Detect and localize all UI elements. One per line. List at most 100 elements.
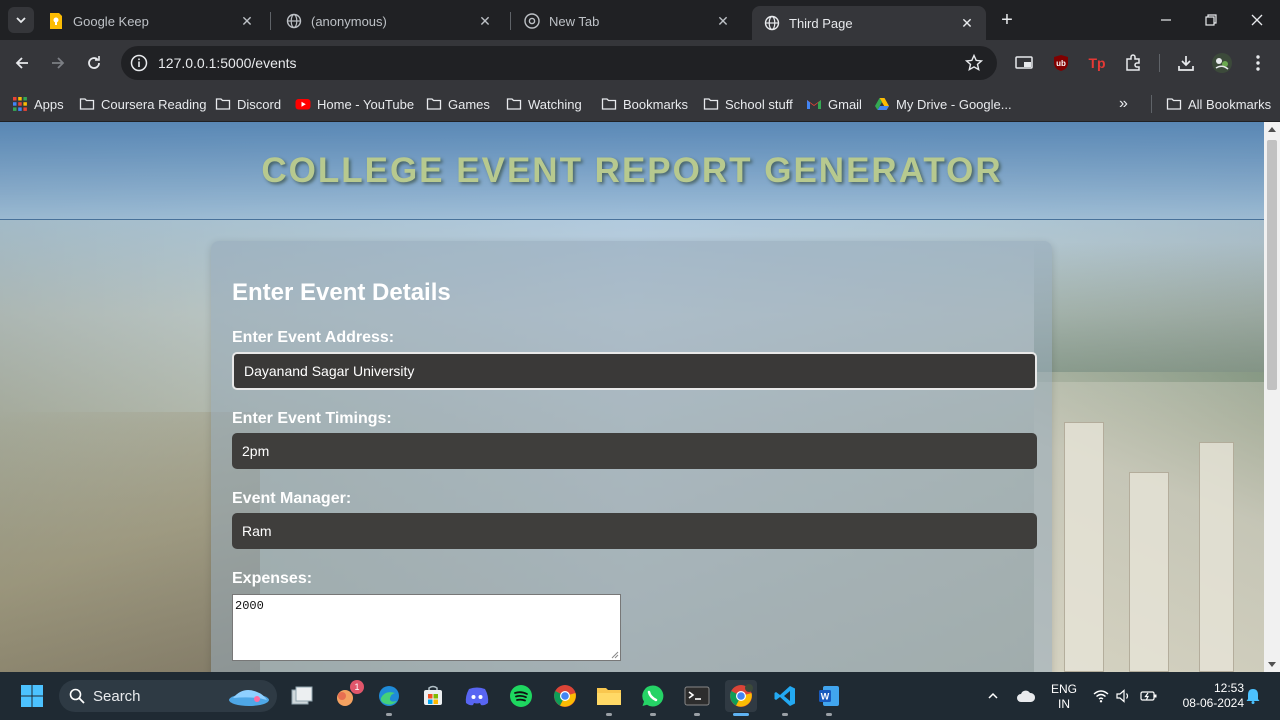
region-code: IN	[1058, 697, 1070, 711]
browser-menu-button[interactable]	[1247, 52, 1269, 74]
show-hidden-icons-button[interactable]	[978, 680, 1008, 712]
tab-divider	[510, 12, 511, 30]
store-icon	[424, 685, 442, 705]
tab-title: New Tab	[549, 13, 600, 29]
file-explorer-app[interactable]	[593, 680, 625, 716]
scrollbar-thumb[interactable]	[1267, 140, 1277, 390]
tab-google-keep[interactable]: Google Keep ✕	[36, 6, 266, 36]
youtube-icon	[295, 99, 311, 110]
task-view-icon	[291, 686, 313, 705]
all-bookmarks-button[interactable]: All Bookmarks	[1166, 94, 1271, 114]
discord-icon	[465, 687, 489, 706]
vscode-app[interactable]	[769, 680, 801, 716]
battery-status[interactable]	[1137, 680, 1161, 712]
bookmark-label: Gmail	[828, 96, 862, 112]
language-indicator[interactable]: ENG IN	[1046, 682, 1082, 712]
tab-new-tab[interactable]: New Tab ✕	[512, 6, 742, 36]
expenses-textarea[interactable]: 2000	[232, 594, 621, 661]
taskbar-search[interactable]: Search	[59, 680, 277, 712]
scroll-up-arrow-icon[interactable]	[1268, 127, 1276, 132]
svg-text:ub: ub	[1056, 59, 1066, 68]
close-tab-icon[interactable]: ✕	[476, 12, 494, 30]
bookmark-gmail[interactable]: Gmail	[806, 94, 862, 114]
bookmark-my-drive[interactable]: My Drive - Google...	[874, 94, 1012, 114]
cast-button[interactable]	[1013, 52, 1035, 74]
folder-icon	[601, 98, 617, 110]
bookmark-label: Discord	[237, 96, 282, 112]
running-indicator	[650, 713, 656, 716]
tab-search-button[interactable]	[8, 7, 34, 33]
widgets-button[interactable]: 1	[330, 680, 364, 712]
close-tab-icon[interactable]: ✕	[238, 12, 256, 30]
edge-app[interactable]	[373, 680, 405, 716]
scroll-down-arrow-icon[interactable]	[1268, 662, 1276, 667]
event-manager-label: Event Manager:	[232, 490, 352, 507]
spotify-app[interactable]	[505, 680, 537, 712]
terminal-icon	[684, 686, 710, 706]
whatsapp-app[interactable]	[637, 680, 669, 716]
expenses-label: Expenses:	[232, 570, 313, 587]
tab-title: Google Keep	[73, 13, 149, 29]
reload-icon	[88, 56, 100, 69]
profile-avatar[interactable]	[1211, 52, 1233, 74]
extensions-button[interactable]	[1122, 52, 1144, 74]
forward-button[interactable]	[46, 51, 70, 75]
minimize-button[interactable]	[1143, 0, 1189, 40]
store-app[interactable]	[417, 680, 449, 712]
wifi-status[interactable]	[1090, 680, 1112, 712]
close-tab-icon[interactable]: ✕	[958, 14, 976, 32]
discord-app[interactable]	[461, 680, 493, 712]
site-info-icon[interactable]	[130, 54, 148, 72]
chrome-app[interactable]	[549, 680, 581, 712]
task-view-button[interactable]	[286, 680, 318, 712]
new-tab-button[interactable]: +	[996, 9, 1018, 31]
clock[interactable]: 12:53 08-06-2024	[1168, 681, 1244, 711]
resize-handle-icon[interactable]	[611, 651, 619, 659]
tab-anonymous[interactable]: (anonymous) ✕	[274, 6, 504, 36]
event-timings-input[interactable]: 2pm	[232, 433, 1037, 469]
close-window-button[interactable]	[1234, 0, 1280, 40]
bookmark-discord[interactable]: Discord	[215, 94, 281, 114]
downloads-button[interactable]	[1175, 52, 1197, 74]
bookmarks-overflow-button[interactable]: »	[1119, 94, 1128, 114]
close-tab-icon[interactable]: ✕	[714, 12, 732, 30]
bookmark-apps[interactable]: Apps	[12, 94, 64, 114]
notifications-button[interactable]	[1242, 680, 1264, 712]
bookmark-games[interactable]: Games	[426, 94, 490, 114]
word-app[interactable]: W	[813, 680, 845, 716]
bookmark-coursera-reading[interactable]: Coursera Reading	[79, 94, 207, 114]
running-indicator	[826, 713, 832, 716]
address-bar[interactable]: 127.0.0.1:5000/events	[121, 46, 997, 80]
event-timings-label: Enter Event Timings:	[232, 410, 392, 427]
bookmark-bookmarks[interactable]: Bookmarks	[601, 94, 688, 114]
chrome-profile-app[interactable]	[725, 680, 757, 716]
expenses-value: 2000	[235, 599, 264, 613]
volume-status[interactable]	[1113, 680, 1135, 712]
tp-extension[interactable]: Tp	[1086, 52, 1108, 74]
bookmarks-divider	[1151, 95, 1152, 113]
bookmark-home-youtube[interactable]: Home - YouTube	[295, 94, 414, 114]
bookmark-school-stuff[interactable]: School stuff	[703, 94, 793, 114]
restore-button[interactable]	[1188, 0, 1234, 40]
globe-icon	[286, 13, 302, 29]
event-manager-input[interactable]: Ram	[232, 513, 1037, 549]
keep-icon	[48, 13, 64, 29]
search-icon	[69, 688, 85, 704]
start-button[interactable]	[16, 680, 48, 712]
windows-taskbar: Search 1 W ENG IN 12:53 08-06-2024	[0, 672, 1280, 720]
running-indicator	[733, 713, 749, 716]
tab-third-page[interactable]: Third Page ✕	[752, 6, 986, 40]
clock-date: 08-06-2024	[1182, 696, 1244, 710]
tab-divider	[270, 12, 271, 30]
terminal-app[interactable]	[681, 680, 713, 716]
page-scrollbar[interactable]	[1264, 122, 1280, 672]
ublock-extension[interactable]: ub	[1050, 52, 1072, 74]
bookmark-star-icon[interactable]	[965, 54, 983, 72]
bookmark-watching[interactable]: Watching	[506, 94, 582, 114]
restore-icon	[1205, 14, 1217, 26]
event-address-input[interactable]: Dayanand Sagar University	[232, 352, 1037, 390]
back-button[interactable]	[10, 51, 34, 75]
bookmark-label: All Bookmarks	[1188, 96, 1272, 112]
onedrive-button[interactable]	[1011, 680, 1041, 712]
reload-button[interactable]	[82, 51, 106, 75]
